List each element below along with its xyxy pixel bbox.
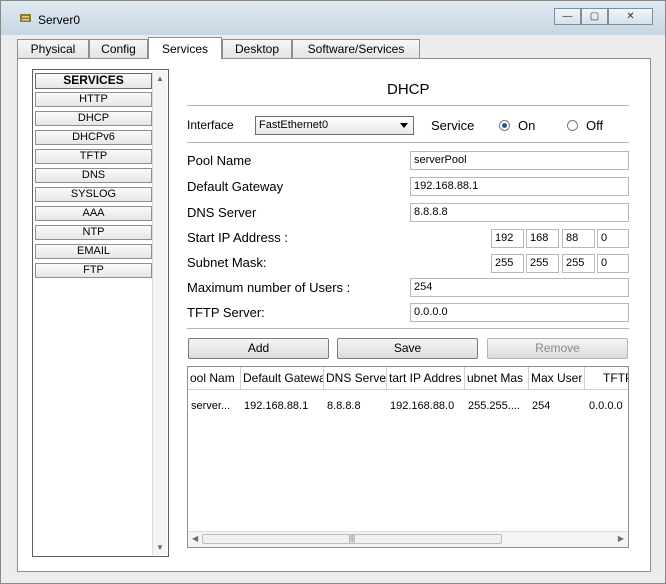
service-item-email[interactable]: EMAIL	[35, 244, 152, 259]
tab-software-services[interactable]: Software/Services	[292, 39, 420, 58]
service-off-radio[interactable]	[567, 120, 578, 131]
mask-octet-3[interactable]: 255	[562, 254, 595, 273]
pool-table: ool Nam Default Gatewa DNS Server tart I…	[187, 366, 629, 548]
tftp-field[interactable]: 0.0.0.0	[410, 303, 629, 322]
scroll-right-icon[interactable]: ▶	[618, 534, 624, 543]
start-ip-octet-1[interactable]: 192	[491, 229, 524, 248]
scroll-thumb[interactable]: |||	[202, 534, 502, 544]
column-header-start-ip[interactable]: tart IP Addres	[387, 367, 465, 390]
divider	[187, 142, 629, 143]
column-header-pool-name[interactable]: ool Nam	[188, 367, 241, 390]
interface-value: FastEthernet0	[259, 119, 329, 131]
subnet-mask-label: Subnet Mask:	[187, 255, 267, 270]
services-heading: SERVICES	[35, 73, 152, 89]
service-item-ntp[interactable]: NTP	[35, 225, 152, 240]
mask-octet-4[interactable]: 0	[597, 254, 629, 273]
remove-button[interactable]: Remove	[487, 338, 628, 359]
tab-desktop[interactable]: Desktop	[222, 39, 292, 58]
service-off-label: Off	[586, 118, 604, 133]
column-header-subnet-mask[interactable]: ubnet Mas	[465, 367, 529, 390]
server-icon	[20, 14, 31, 22]
column-header-tftp[interactable]: TFTP	[585, 367, 628, 390]
service-label: Service	[431, 118, 475, 133]
chevron-down-icon	[400, 123, 408, 128]
tab-config[interactable]: Config	[89, 39, 148, 58]
title-bar[interactable]: Server0 — ▢ ✕	[1, 1, 665, 35]
max-users-field[interactable]: 254	[410, 278, 629, 297]
scroll-left-icon[interactable]: ◀	[192, 534, 198, 543]
cell-tftp: 0.0.0.0	[589, 400, 623, 412]
cell-subnet-mask: 255.255....	[468, 400, 520, 412]
service-item-dhcpv6[interactable]: DHCPv6	[35, 130, 152, 145]
services-scrollbar[interactable]: ▲ ▼	[152, 71, 167, 555]
dns-field[interactable]: 8.8.8.8	[410, 203, 629, 222]
dhcp-title: DHCP	[387, 81, 430, 98]
mask-octet-1[interactable]: 255	[491, 254, 524, 273]
max-users-label: Maximum number of Users :	[187, 280, 351, 295]
tab-services[interactable]: Services	[148, 37, 222, 59]
window-title: Server0	[38, 13, 81, 27]
service-item-ftp[interactable]: FTP	[35, 263, 152, 278]
service-item-syslog[interactable]: SYSLOG	[35, 187, 152, 202]
pool-name-field[interactable]: serverPool	[410, 151, 629, 170]
add-button[interactable]: Add	[188, 338, 329, 359]
service-item-http[interactable]: HTTP	[35, 92, 152, 107]
start-ip-octet-3[interactable]: 88	[562, 229, 595, 248]
services-list: SERVICES HTTP DHCP DHCPv6 TFTP DNS SYSLO…	[32, 69, 169, 557]
service-item-dhcp[interactable]: DHCP	[35, 111, 152, 126]
cell-dns-server: 8.8.8.8	[327, 400, 361, 412]
interface-label: Interface	[187, 118, 234, 132]
table-horizontal-scrollbar[interactable]: ◀ ||| ▶	[188, 531, 628, 547]
maximize-button[interactable]: ▢	[581, 8, 608, 25]
mask-octet-2[interactable]: 255	[526, 254, 559, 273]
service-on-label: On	[518, 118, 536, 133]
gateway-label: Default Gateway	[187, 179, 284, 194]
cell-pool-name: server...	[191, 400, 231, 412]
dns-label: DNS Server	[187, 205, 257, 220]
close-button[interactable]: ✕	[608, 8, 653, 25]
radio-selected-icon	[502, 123, 507, 128]
start-ip-label: Start IP Address :	[187, 230, 288, 245]
gateway-field[interactable]: 192.168.88.1	[410, 177, 629, 196]
column-header-default-gateway[interactable]: Default Gatewa	[241, 367, 324, 390]
scroll-down-icon[interactable]: ▼	[156, 543, 164, 552]
service-item-tftp[interactable]: TFTP	[35, 149, 152, 164]
minimize-button[interactable]: —	[554, 8, 581, 25]
service-item-dns[interactable]: DNS	[35, 168, 152, 183]
divider	[187, 328, 629, 329]
service-on-radio[interactable]	[499, 120, 510, 131]
cell-start-ip: 192.168.88.0	[390, 400, 455, 412]
cell-max-users: 254	[532, 400, 551, 412]
start-ip-octet-4[interactable]: 0	[597, 229, 629, 248]
divider	[187, 105, 629, 106]
pool-name-label: Pool Name	[187, 153, 252, 168]
service-item-aaa[interactable]: AAA	[35, 206, 152, 221]
tab-physical[interactable]: Physical	[17, 39, 89, 58]
column-header-max-users[interactable]: Max User	[529, 367, 585, 390]
tftp-label: TFTP Server:	[187, 305, 265, 320]
server-window: Server0 — ▢ ✕ Physical Config Services D…	[0, 0, 666, 584]
scroll-up-icon[interactable]: ▲	[156, 74, 164, 83]
start-ip-octet-2[interactable]: 168	[526, 229, 559, 248]
column-header-dns-server[interactable]: DNS Server	[324, 367, 387, 390]
save-button[interactable]: Save	[337, 338, 478, 359]
cell-default-gateway: 192.168.88.1	[244, 400, 309, 412]
interface-select[interactable]: FastEthernet0	[255, 116, 414, 135]
